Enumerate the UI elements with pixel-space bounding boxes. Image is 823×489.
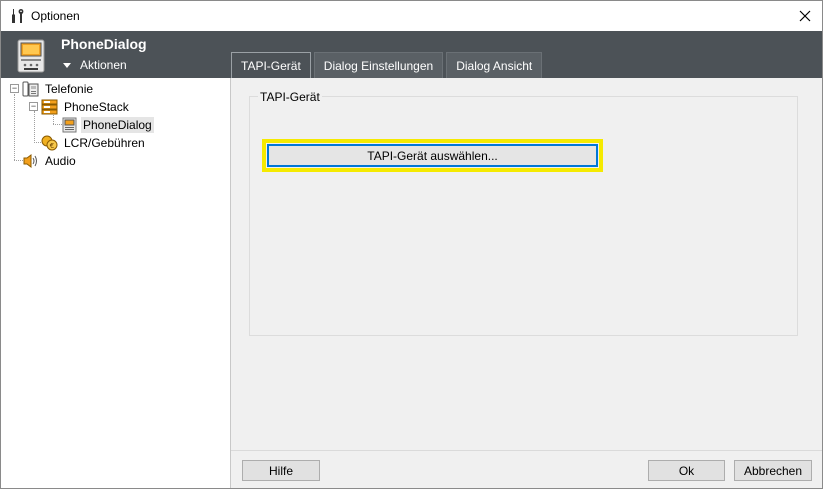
expander-telefonie[interactable]: − bbox=[10, 84, 19, 93]
tree-item-phonedialog[interactable]: PhoneDialog bbox=[62, 116, 154, 134]
svg-text:€: € bbox=[50, 142, 54, 150]
phonestack-icon bbox=[41, 99, 58, 115]
tapi-group-box: TAPI-Gerät bbox=[249, 90, 798, 336]
telephone-icon bbox=[22, 81, 39, 97]
coins-icon: € bbox=[41, 135, 58, 151]
tree-line bbox=[14, 94, 15, 160]
caret-down-icon bbox=[63, 62, 71, 68]
close-icon bbox=[799, 10, 811, 22]
phone-dialog-icon bbox=[17, 39, 45, 73]
tab-bar: TAPI-Gerät Dialog Einstellungen Dialog A… bbox=[231, 52, 545, 78]
help-button[interactable]: Hilfe bbox=[242, 460, 320, 481]
tree-item-lcr-gebuehren[interactable]: € LCR/Gebühren bbox=[41, 134, 147, 152]
options-tree: − Telefonie − PhoneStack PhoneDialog € L… bbox=[1, 78, 231, 488]
tab-dialog-ansicht[interactable]: Dialog Ansicht bbox=[446, 52, 543, 78]
phone-dialog-small-icon bbox=[62, 117, 77, 133]
ok-button[interactable]: Ok bbox=[648, 460, 725, 481]
window-border bbox=[0, 31, 1, 489]
actions-menu[interactable]: Aktionen bbox=[61, 58, 127, 72]
speaker-icon bbox=[23, 154, 37, 168]
tab-dialog-einstellungen[interactable]: Dialog Einstellungen bbox=[313, 52, 444, 78]
tree-item-phonestack[interactable]: PhoneStack bbox=[41, 98, 131, 116]
header-panel: PhoneDialog Aktionen TAPI-Gerät Dialog E… bbox=[1, 31, 822, 78]
title-bar: Optionen bbox=[0, 0, 823, 31]
tree-line bbox=[53, 124, 62, 125]
close-button[interactable] bbox=[788, 1, 822, 31]
page-title: PhoneDialog bbox=[61, 36, 147, 52]
tree-item-telefonie[interactable]: Telefonie bbox=[22, 80, 95, 98]
tab-content-tapi-geraet: TAPI-Gerät TAPI-Gerät auswählen... bbox=[231, 78, 822, 450]
dialog-footer: Hilfe Ok Abbrechen bbox=[231, 450, 822, 488]
window-title: Optionen bbox=[31, 9, 80, 23]
expander-phonestack[interactable]: − bbox=[29, 102, 38, 111]
group-title: TAPI-Gerät bbox=[258, 90, 322, 104]
cancel-button[interactable]: Abbrechen bbox=[734, 460, 812, 481]
actions-label: Aktionen bbox=[80, 58, 127, 72]
select-tapi-device-button[interactable]: TAPI-Gerät auswählen... bbox=[267, 144, 598, 167]
tab-tapi-geraet[interactable]: TAPI-Gerät bbox=[231, 52, 311, 78]
tools-icon bbox=[10, 8, 26, 24]
tree-item-audio[interactable]: Audio bbox=[22, 152, 78, 170]
tree-line bbox=[34, 111, 35, 143]
